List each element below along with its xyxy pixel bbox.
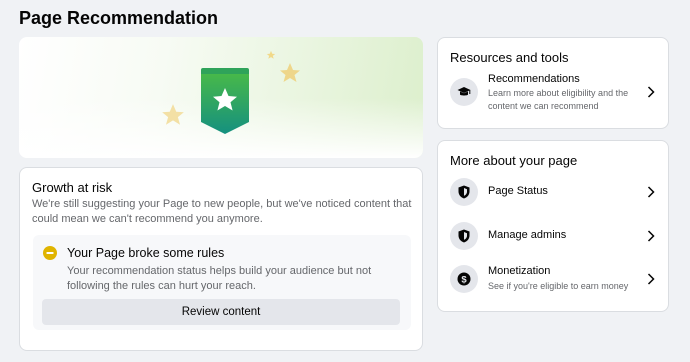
star-icon — [162, 104, 184, 125]
warning-description: Your recommendation status helps build y… — [67, 265, 372, 292]
resources-title: Resources and tools — [450, 50, 569, 65]
more-about-page-card: More about your page Page Status Manage … — [437, 140, 669, 312]
growth-at-risk-card: Growth at risk We're still suggesting yo… — [19, 167, 423, 351]
warning-box: Your Page broke some rules Your recommen… — [33, 235, 411, 330]
page-title: Page Recommendation — [19, 8, 219, 28]
recommendations-sublabel: Learn more about eligibility and the con… — [488, 88, 629, 111]
chevron-right-icon — [647, 273, 655, 285]
page-status-label: Page Status — [488, 185, 548, 197]
small-star-icon — [266, 50, 276, 59]
monetization-row[interactable]: $ Monetization See if you're eligible to… — [438, 261, 667, 297]
hero-illustration — [19, 37, 423, 158]
page-status-row[interactable]: Page Status — [438, 174, 667, 210]
review-content-button[interactable]: Review content — [42, 299, 400, 325]
recommendation-badge-icon — [201, 68, 249, 134]
more-title: More about your page — [450, 153, 578, 168]
chevron-right-icon — [647, 230, 655, 242]
graduation-cap-icon — [450, 78, 478, 106]
recommendations-row[interactable]: Recommendations Learn more about eligibi… — [438, 72, 667, 114]
monetization-label: Monetization — [488, 265, 551, 277]
dollar-circle-icon: $ — [450, 265, 478, 293]
growth-title: Growth at risk — [32, 180, 113, 195]
manage-admins-label: Manage admins — [488, 229, 567, 241]
shield-icon — [450, 222, 478, 250]
manage-admins-row[interactable]: Manage admins — [438, 218, 667, 254]
chevron-right-icon — [647, 186, 655, 198]
chevron-right-icon — [647, 86, 655, 98]
warning-title: Your Page broke some rules — [67, 246, 225, 260]
svg-text:$: $ — [461, 275, 467, 286]
star-icon — [280, 63, 300, 82]
shield-icon — [450, 178, 478, 206]
growth-description: We're still suggesting your Page to new … — [32, 198, 412, 225]
recommendations-label: Recommendations — [488, 73, 580, 85]
monetization-sublabel: See if you're eligible to earn money — [488, 281, 629, 291]
minus-circle-icon — [43, 246, 57, 260]
resources-card: Resources and tools Recommendations Lear… — [437, 37, 669, 129]
